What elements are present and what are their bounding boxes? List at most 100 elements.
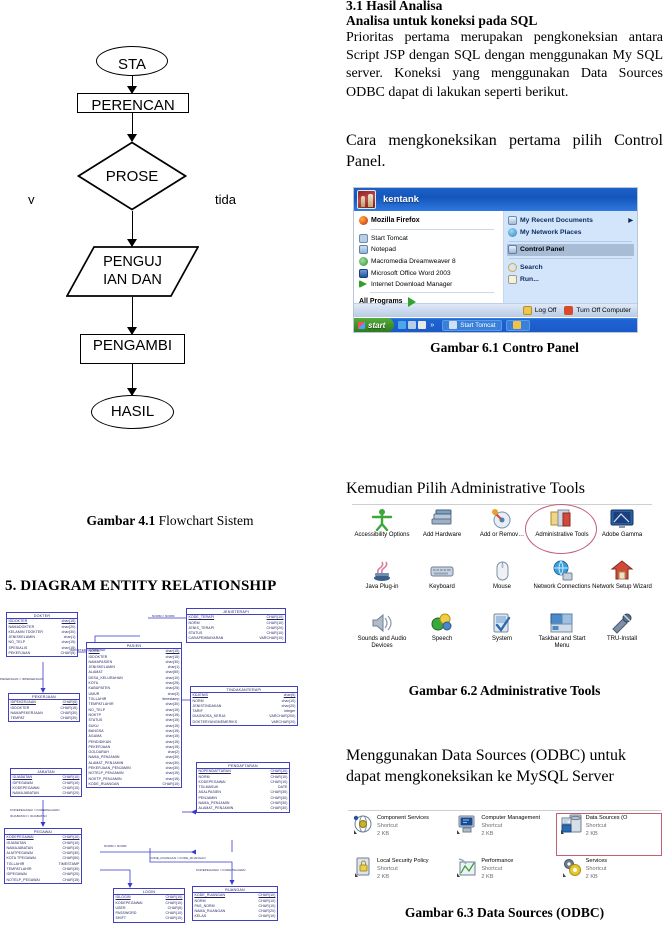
quicklaunch-ie-icon[interactable] [398,321,407,329]
cp-item-keyboard[interactable]: Keyboard [412,559,472,605]
odbc-item-size: 2 KB [377,874,390,881]
turn-off-computer-button[interactable]: Turn Off Computer [563,305,632,317]
cp-label: TRU-Install [606,635,637,642]
start-menu-item-idm[interactable]: Internet Download Manager [358,279,500,290]
cp-item-tru-install[interactable]: TRU-Install [592,611,652,664]
field-name: CARAPEMBAYARAN [188,636,224,641]
cp-item-network-setup-wizard[interactable]: Network Setup Wizard [592,559,652,605]
item-label: Notepad [371,246,396,254]
start-menu-right-divider-2 [508,258,632,260]
java-plugin-icon [369,559,395,583]
heading-analisa-koneksi: Analisa untuk koneksi pada SQL [346,13,538,28]
caption-gambar-62: Gambar 6.2 Administrative Tools [408,683,601,698]
odbc-item-component-services[interactable]: Component Services Shortcut 2 KB [348,814,452,855]
cp-label: Accessibility Options [354,532,410,538]
cp-item-network-connections[interactable]: Network Connections [532,559,592,605]
field-name: NAMAJABATAN [12,791,39,796]
start-menu-item-control-panel[interactable]: Control Panel [506,244,634,256]
flowchart-node-start-label: STA [117,56,147,74]
tomcat-task-icon [449,321,458,329]
quicklaunch-tomcat-icon[interactable] [408,321,417,329]
erd-table-dokter: DOKTER IDDOKTER char(15) NAMADOKTER char(2… [6,612,78,658]
start-menu-item-start-tomcat[interactable]: Start Tomcat [358,233,500,245]
performance-icon [456,857,478,879]
start-menu-screenshot: kentank Mozilla Firefox Start Tomcat Not… [353,187,638,333]
start-menu-programs-column: Mozilla Firefox Start Tomcat Notepad Mac… [354,211,504,307]
start-menu-item-run[interactable]: Run... [507,273,634,285]
log-off-button[interactable]: Log Off [522,305,558,317]
field-type: CHAR(30) [60,716,78,721]
word-icon [359,268,368,278]
erd-table-login-fields: IDLOGIN CHAR(10) KODEPEGAWAI CHAR(10) USER… [114,895,184,922]
field-type: VARCHAR(20) [271,719,296,724]
cp-item-accessibility-options[interactable]: Accessibility Options [352,507,412,553]
quicklaunch-k-icon[interactable] [418,321,427,329]
erd-rel-label-0: NORM = NORM [152,614,175,618]
erd-rel-label-7: NORM = NORM [104,844,127,848]
quicklaunch-overflow-icon[interactable]: » [430,322,434,329]
caption-gambar-61: Gambar 6.1 Contro Panel [340,340,669,356]
cp-item-administrative-tools[interactable]: Administrative Tools [525,504,597,554]
taskbar-button-start-tomcat[interactable]: Start Tomcat [442,319,503,331]
field-type: CHAR(15) [62,877,80,882]
turn-off-icon [564,306,574,315]
cp-item-adobe-gamma[interactable]: Adobe Gamma [592,507,652,553]
all-programs-label: All Programs [359,298,403,306]
flowchart-diagram: STA PERENCAN PROSE y tida PENGUJ IAN DAN… [0,0,340,440]
start-menu-item-word-2003[interactable]: Microsoft Office Word 2003 [358,267,500,279]
item-label: Start Tomcat [371,234,408,242]
flowchart-node-pengambilan-label: PENGAMBI [92,337,173,354]
cp-item-add-or-remove-programs[interactable]: Add or Remov… [472,507,532,553]
cp-item-sounds-and-audio-devices[interactable]: Sounds and Audio Devices [352,611,412,664]
cp-item-system[interactable]: System [472,611,532,664]
odbc-item-name: Component Services [377,815,429,821]
cp-item-taskbar-and-start-menu[interactable]: Taskbar and Start Menu [532,611,592,664]
odbc-item-performance[interactable]: Performance Shortcut 2 KB [452,857,556,898]
cp-item-java-plugin[interactable]: Java Plug-in [352,559,412,605]
start-menu-item-notepad[interactable]: Notepad [358,244,500,256]
add-remove-programs-icon [489,507,515,531]
cp-label: Adobe Gamma [601,532,643,538]
flowchart-node-pengujian-label-2: IAN DAN [103,271,162,288]
flowchart-node-start: STA [96,46,168,76]
cp-item-add-hardware[interactable]: Add Hardware [412,507,472,553]
heading-hasil-analisa: 3.1 Hasil Analisa [346,0,443,13]
cp-label: Keyboard [429,583,455,590]
log-off-label: Log Off [534,307,557,314]
start-menu-all-programs[interactable]: All Programs [358,296,500,309]
flowchart-arrow-testing-to-collect [127,297,138,335]
flowchart-caption-number: Gambar 4.1 [86,513,156,528]
start-menu-right-divider [508,240,632,242]
erd-rel-label-1: IDDOKTER = IDDOKTER [70,648,106,652]
start-button-label: start [368,320,386,330]
network-connections-icon [549,559,575,583]
start-menu-item-dreamweaver[interactable]: Macromedia Dreamweaver 8 [358,256,500,268]
start-menu-item-my-recent-documents[interactable]: My Recent Documents ▶ [507,215,634,227]
start-menu-item-my-network-places[interactable]: My Network Places [507,227,634,239]
sounds-audio-icon [369,611,395,635]
erd-rel-label-6: KODEPEGAWAI = KODEPEGAWAI [196,868,246,872]
erd-rel-label-5: KODE_RUANGAN = KODE_RUANGAN [150,856,206,860]
odbc-item-computer-management[interactable]: Computer Management Shortcut 2 KB [452,814,556,855]
start-menu-item-search[interactable]: Search [507,262,634,274]
start-menu-divider-2 [370,292,494,294]
caption-61-number: Gambar 6.1 [430,340,499,355]
cp-item-mouse[interactable]: Mouse [472,559,532,605]
start-button[interactable]: start [354,318,395,332]
start-menu-item-mozilla-firefox[interactable]: Mozilla Firefox [358,215,500,227]
quick-launch-bar[interactable]: » [394,321,438,329]
taskbar-button-folder[interactable] [506,319,531,331]
erd-table-pasien-fields: NORM char(15) IDDOKTER char(15) NAMAPASIEN… [87,649,181,787]
odbc-item-size: 2 KB [377,831,390,838]
odbc-item-services[interactable]: Services Shortcut 2 KB [557,857,661,898]
windows-logo-icon [358,321,365,329]
field-name: KELAS [194,914,207,919]
accessibility-icon [369,507,395,532]
cp-item-speech[interactable]: Speech [412,611,472,664]
field-type: CHAR(20) [62,791,80,796]
odbc-item-data-sources[interactable]: Data Sources (O Shortcut 2 KB [555,813,663,856]
erd-table-pasien: PASIEN NORM char(15) IDDOKTER char(15) NAM… [86,642,182,789]
odbc-item-local-security-policy[interactable]: Local Security Policy Shortcut 2 KB [348,857,452,898]
erd-rel-label-3: KODEPEGAWAI = KODEPEGAWAI [10,808,60,812]
odbc-item-type: Shortcut [481,866,503,873]
